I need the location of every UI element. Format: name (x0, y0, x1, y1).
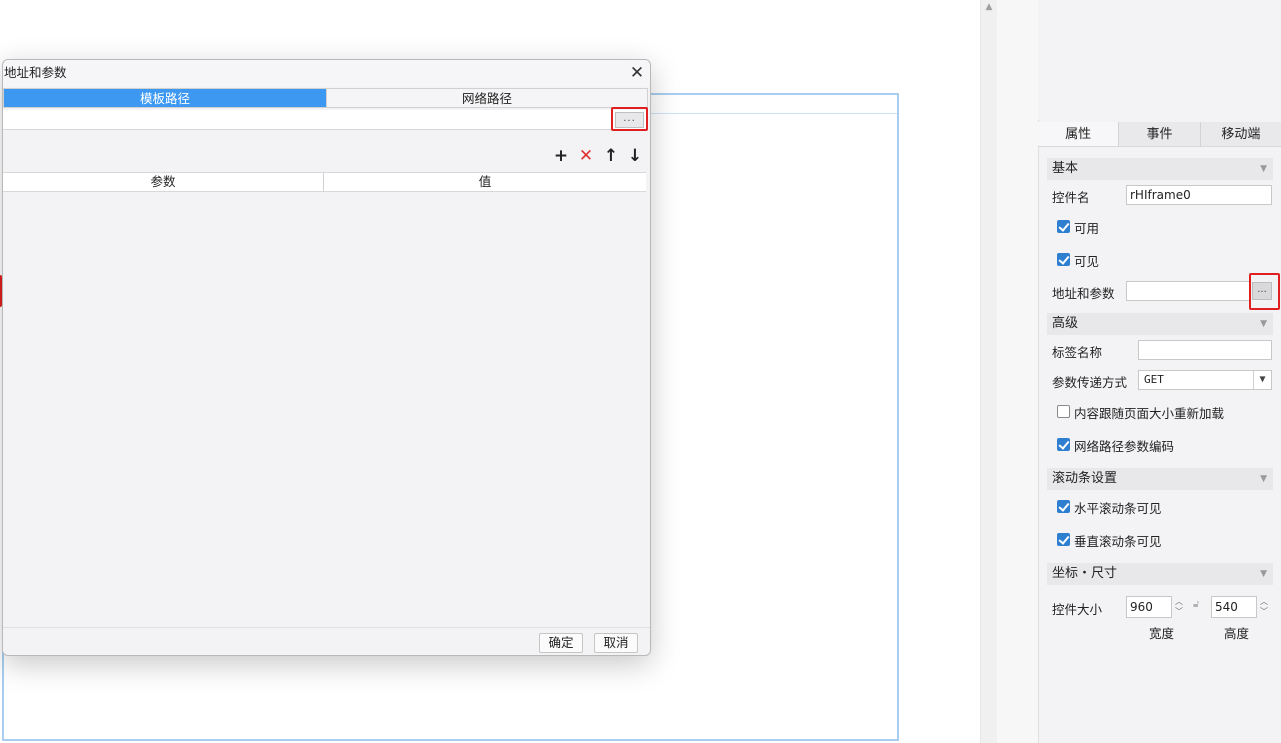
url-param-encode-checkbox[interactable] (1057, 438, 1070, 451)
visible-checkbox[interactable] (1057, 253, 1070, 266)
enabled-checkbox[interactable] (1057, 220, 1070, 233)
address-params-dialog: 地址和参数 ✕ 模板路径 网络路径 ... + ✕ ↑ ↓ 参数 值 确定 取消 (2, 59, 651, 656)
chevron-down-icon[interactable]: ﹀ (1258, 607, 1270, 617)
dialog-path-tabs: 模板路径 网络路径 (3, 88, 648, 108)
tab-events[interactable]: 事件 (1119, 122, 1201, 146)
cancel-button[interactable]: 取消 (594, 633, 638, 653)
visible-label: 可见 (1074, 254, 1100, 269)
section-basic-title: 基本 (1052, 161, 1079, 176)
section-advanced[interactable]: 高级 ▼ (1047, 313, 1273, 335)
collapse-chevron-icon[interactable]: ▼ (1260, 313, 1267, 335)
lock-ratio-icon[interactable]: 🔓︎ (1193, 599, 1203, 611)
chevron-down-icon[interactable]: ﹀ (1173, 607, 1185, 617)
control-name-field[interactable]: rHIframe0 (1126, 185, 1272, 205)
address-params-label: 地址和参数 (1052, 286, 1115, 301)
h-scrollbar-label: 水平滚动条可见 (1074, 501, 1162, 516)
path-input[interactable] (3, 110, 648, 130)
v-scrollbar-checkbox[interactable] (1057, 533, 1070, 546)
section-geometry-title: 坐标・尺寸 (1052, 566, 1118, 581)
section-scrollbar[interactable]: 滚动条设置 ▼ (1047, 468, 1273, 490)
section-scrollbar-title: 滚动条设置 (1052, 471, 1118, 486)
tag-name-field[interactable] (1138, 340, 1272, 360)
width-caption: 宽度 (1149, 626, 1175, 641)
chevron-up-icon[interactable]: ︿ (1258, 597, 1270, 607)
control-size-label: 控件大小 (1052, 602, 1103, 617)
width-stepper[interactable]: ︿ ﹀ (1173, 597, 1185, 617)
dialog-title: 地址和参数 (4, 65, 67, 80)
tab-properties[interactable]: 属性 (1038, 122, 1120, 146)
column-header-param[interactable]: 参数 (3, 173, 323, 191)
collapse-chevron-icon[interactable]: ▼ (1260, 563, 1267, 585)
params-grid-header: 参数 值 (3, 172, 646, 192)
move-down-icon[interactable]: ↓ (626, 147, 644, 165)
properties-tabs: 属性 事件 移动端 (1038, 122, 1281, 147)
height-input[interactable]: 540 (1211, 596, 1257, 618)
column-header-value[interactable]: 值 (323, 173, 646, 191)
delete-icon[interactable]: ✕ (577, 147, 595, 165)
ok-button[interactable]: 确定 (539, 633, 583, 653)
width-input[interactable]: 960 (1126, 596, 1172, 618)
highlight-address-browse (1249, 273, 1280, 310)
add-icon[interactable]: + (552, 147, 570, 165)
scroll-up-arrow-icon[interactable]: ▲ (983, 2, 995, 12)
section-basic[interactable]: 基本 ▼ (1047, 158, 1273, 180)
tab-network-path[interactable]: 网络路径 (326, 89, 647, 107)
param-method-select[interactable]: GET ▼ (1138, 370, 1272, 390)
collapse-chevron-icon[interactable]: ▼ (1260, 468, 1267, 490)
panel-gutter (997, 0, 1039, 743)
tab-mobile[interactable]: 移动端 (1200, 122, 1281, 146)
height-caption: 高度 (1224, 626, 1250, 641)
dialog-title-bar[interactable]: 地址和参数 (3, 60, 650, 87)
tag-name-label: 标签名称 (1052, 345, 1103, 360)
properties-panel-top-area (1038, 0, 1281, 120)
chevron-up-icon[interactable]: ︿ (1173, 597, 1185, 607)
param-method-value: GET (1144, 373, 1164, 386)
address-params-field[interactable] (1126, 281, 1250, 301)
h-scrollbar-checkbox[interactable] (1057, 500, 1070, 513)
close-icon[interactable]: ✕ (628, 64, 646, 82)
height-stepper[interactable]: ︿ ﹀ (1258, 597, 1270, 617)
reload-on-resize-label: 内容跟随页面大小重新加载 (1074, 406, 1225, 421)
section-geometry[interactable]: 坐标・尺寸 ▼ (1047, 563, 1273, 585)
collapse-chevron-icon[interactable]: ▼ (1260, 158, 1267, 180)
v-scrollbar-label: 垂直滚动条可见 (1074, 534, 1162, 549)
params-grid-body[interactable] (3, 193, 646, 627)
highlight-browse-button (611, 107, 648, 131)
reload-on-resize-checkbox[interactable] (1057, 405, 1070, 418)
section-advanced-title: 高级 (1052, 316, 1079, 331)
enabled-label: 可用 (1074, 221, 1100, 236)
canvas-vertical-scrollbar[interactable] (980, 0, 997, 743)
control-name-label: 控件名 (1052, 190, 1090, 205)
param-method-label: 参数传递方式 (1052, 375, 1128, 390)
url-param-encode-label: 网络路径参数编码 (1074, 439, 1175, 454)
move-up-icon[interactable]: ↑ (602, 147, 620, 165)
chevron-down-icon[interactable]: ▼ (1253, 371, 1271, 389)
tab-template-path[interactable]: 模板路径 (4, 89, 326, 107)
